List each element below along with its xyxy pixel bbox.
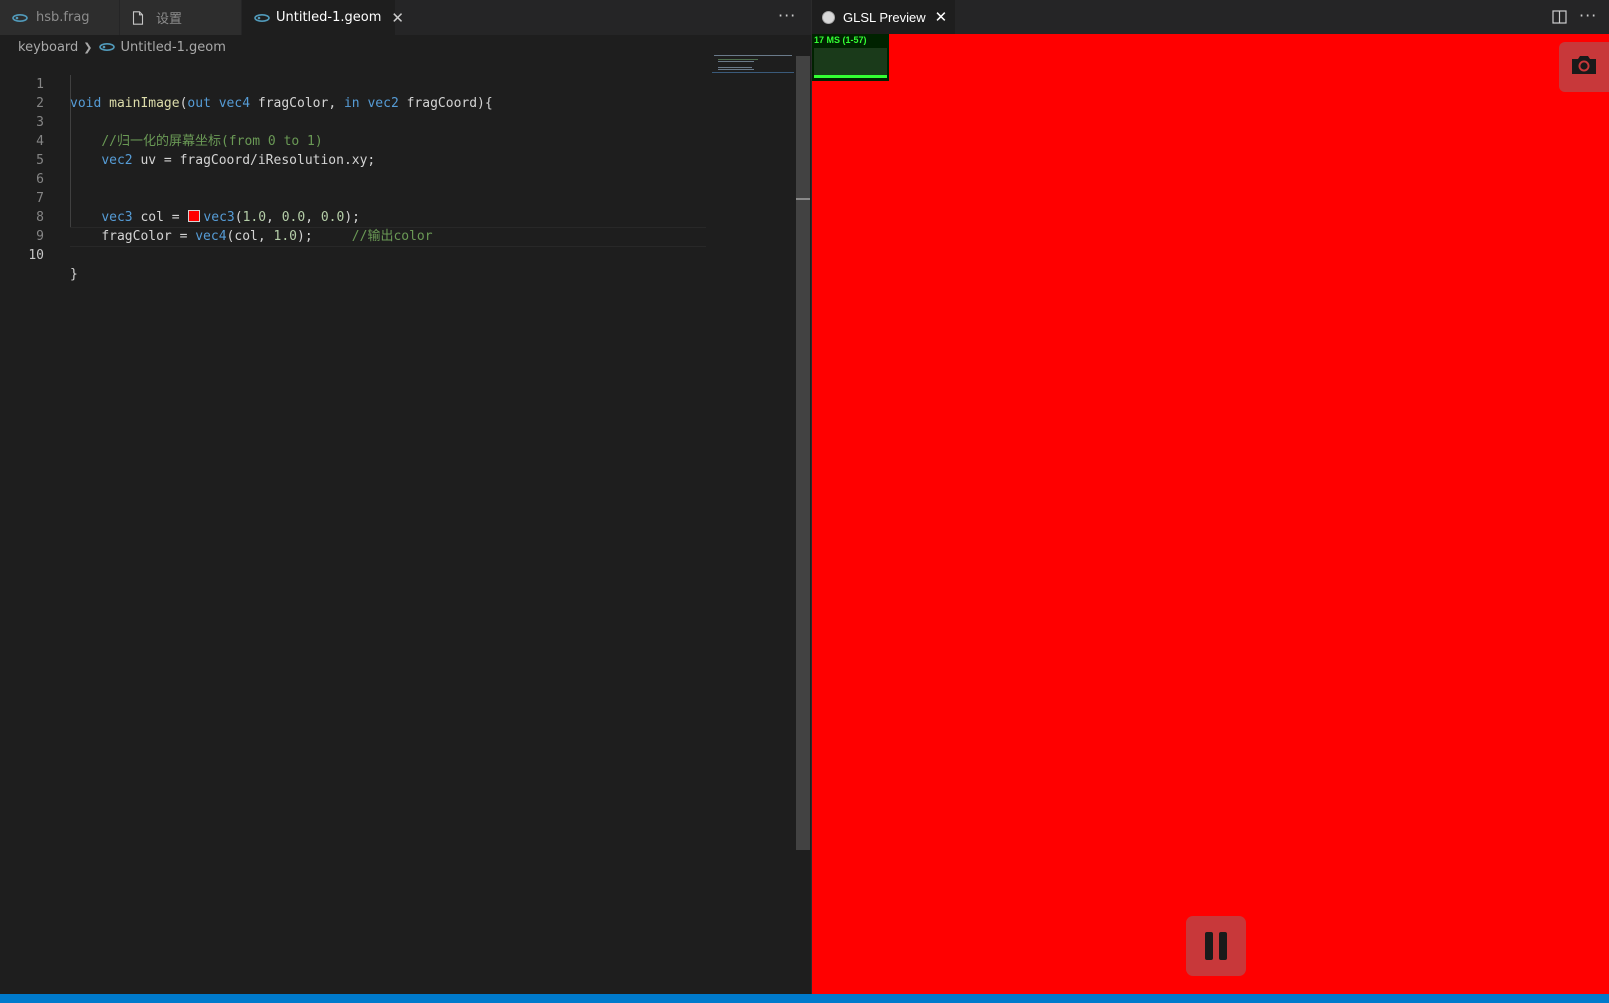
code-line: 6: [0, 151, 706, 187]
screenshot-button[interactable]: [1559, 42, 1609, 92]
tab-label: Untitled-1.geom: [276, 10, 382, 25]
minimap-line: [718, 61, 754, 62]
minimap[interactable]: [712, 54, 794, 994]
scrollbar-cursor-marker: [796, 198, 810, 200]
split-editor-icon[interactable]: [1552, 9, 1567, 28]
tab-hsb-frag[interactable]: hsb.frag: [0, 0, 120, 35]
breadcrumb-folder[interactable]: keyboard: [18, 40, 78, 55]
pause-icon: [1205, 932, 1213, 960]
code-line: 5: [0, 132, 706, 168]
tab-glsl-preview[interactable]: GLSL Preview ✕: [812, 0, 956, 34]
minimap-line: [714, 55, 792, 56]
tab-label: GLSL Preview: [843, 9, 926, 25]
minimap-line: [718, 59, 758, 60]
camera-icon: [1570, 54, 1598, 80]
code-line: 1 void mainImage(out vec4 fragColor, in …: [0, 56, 706, 111]
more-actions-icon[interactable]: ···: [1579, 6, 1597, 25]
code-editor[interactable]: 1 void mainImage(out vec4 fragColor, in …: [0, 56, 706, 282]
close-icon[interactable]: ✕: [391, 9, 404, 27]
tab-label: 设置: [156, 12, 183, 27]
preview-group: GLSL Preview ✕ ··· 17 MS (1-57): [812, 0, 1609, 994]
breadcrumb-file[interactable]: Untitled-1.geom: [121, 40, 226, 55]
frame-time-label: 17 MS (1-57): [814, 35, 867, 45]
code-line: 4 vec2 uv = fragCoord/iResolution.xy;: [0, 113, 706, 168]
tab-label: hsb.frag: [36, 10, 90, 25]
fps-stats-panel[interactable]: 17 MS (1-57): [812, 34, 889, 81]
editor-group: hsb.frag 设置 Untitled-1.geom ✕ ··· keyboa…: [0, 0, 812, 994]
code-line: 7 vec3 col = vec3(1.0, 0.0, 0.0);: [0, 170, 706, 225]
frame-time-graph: [814, 48, 887, 78]
preview-icon: [822, 10, 835, 24]
file-icon: [132, 10, 150, 25]
tab-settings[interactable]: 设置: [120, 0, 242, 35]
code-line: 10 }: [0, 227, 706, 282]
pause-button[interactable]: [1186, 916, 1246, 976]
vertical-scrollbar[interactable]: [796, 56, 810, 850]
line-number: 10: [28, 248, 44, 263]
code-token: }: [70, 267, 78, 282]
tab-untitled-1-geom[interactable]: Untitled-1.geom ✕: [242, 0, 404, 35]
code-line: 9: [0, 208, 706, 244]
editor-tab-bar: hsb.frag 设置 Untitled-1.geom ✕ ···: [0, 0, 811, 35]
glsl-file-icon: [12, 11, 30, 25]
pause-icon: [1219, 932, 1227, 960]
code-line: 3 //归一化的屏幕坐标(from 0 to 1): [0, 94, 706, 149]
preview-tab-bar: GLSL Preview ✕ ···: [812, 0, 1609, 34]
more-actions-icon[interactable]: ···: [778, 6, 796, 25]
minimap-line: [718, 67, 752, 68]
breadcrumb: keyboard ❯ Untitled-1.geom: [18, 36, 226, 58]
status-bar: [0, 994, 1609, 1003]
glsl-canvas[interactable]: 17 MS (1-57): [812, 34, 1609, 994]
glsl-file-icon: [254, 11, 270, 25]
glsl-file-icon: [98, 42, 115, 52]
close-icon[interactable]: ✕: [935, 8, 948, 26]
minimap-viewport[interactable]: [712, 72, 794, 73]
code-line: 8 fragColor = vec4(col, 1.0); //输出color: [0, 189, 706, 244]
code-line: 2: [0, 75, 706, 111]
minimap-line: [718, 69, 754, 70]
chevron-right-icon: ❯: [83, 40, 93, 54]
